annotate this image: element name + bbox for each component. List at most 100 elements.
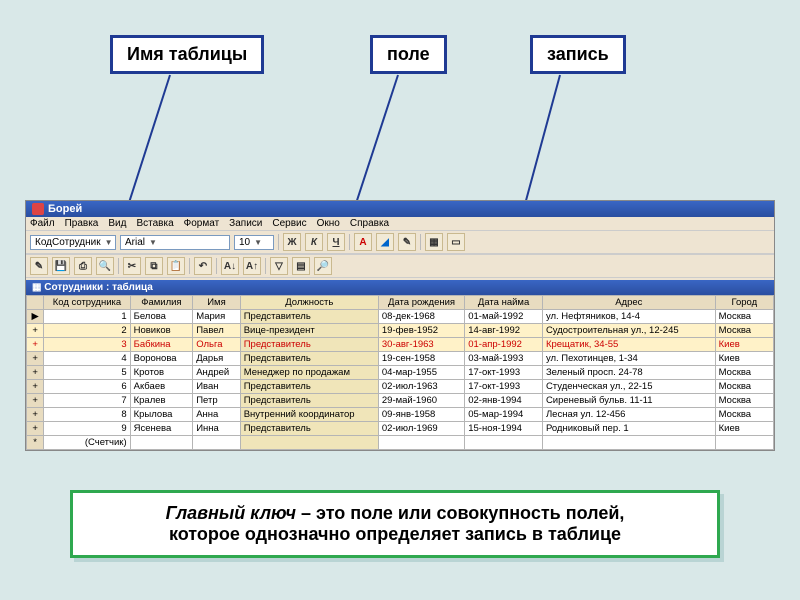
cell[interactable] — [130, 436, 193, 450]
cell[interactable]: Ясенева — [130, 422, 193, 436]
menu-file[interactable]: Файл — [30, 218, 55, 229]
col-name[interactable]: Имя — [193, 296, 240, 310]
menu-records[interactable]: Записи — [229, 218, 262, 229]
filter-form-button[interactable]: ▤ — [292, 257, 310, 275]
cell[interactable]: Представитель — [240, 422, 378, 436]
cell[interactable] — [193, 436, 240, 450]
cell[interactable]: 05-мар-1994 — [465, 408, 543, 422]
cell[interactable]: 6 — [44, 380, 130, 394]
cell[interactable]: + — [27, 380, 44, 394]
cell[interactable]: + — [27, 408, 44, 422]
col-id[interactable]: Код сотрудника — [44, 296, 130, 310]
cell[interactable]: 01-май-1992 — [465, 310, 543, 324]
table-row[interactable]: +5КротовАндрейМенеджер по продажам04-мар… — [27, 366, 774, 380]
cell[interactable]: 17-окт-1993 — [465, 366, 543, 380]
cell[interactable]: Представитель — [240, 352, 378, 366]
cell[interactable]: Москва — [715, 380, 773, 394]
menu-help[interactable]: Справка — [350, 218, 389, 229]
cell[interactable]: Крылова — [130, 408, 193, 422]
cell[interactable]: 15-ноя-1994 — [465, 422, 543, 436]
cell[interactable]: 3 — [44, 338, 130, 352]
cell[interactable]: 17-окт-1993 — [465, 380, 543, 394]
copy-button[interactable]: ⧉ — [145, 257, 163, 275]
filter-button[interactable]: ▽ — [270, 257, 288, 275]
font-color-button[interactable]: A — [354, 233, 372, 251]
cell[interactable]: + — [27, 338, 44, 352]
cell[interactable]: Воронова — [130, 352, 193, 366]
cell[interactable]: Москва — [715, 310, 773, 324]
col-position[interactable]: Должность — [240, 296, 378, 310]
cell[interactable]: 08-дек-1968 — [378, 310, 464, 324]
cell[interactable]: 1 — [44, 310, 130, 324]
fill-color-button[interactable]: ◢ — [376, 233, 394, 251]
find-button[interactable]: 🔎 — [314, 257, 332, 275]
menu-window[interactable]: Окно — [317, 218, 340, 229]
cell[interactable]: + — [27, 324, 44, 338]
cell[interactable]: Инна — [193, 422, 240, 436]
cell[interactable]: Андрей — [193, 366, 240, 380]
menu-insert[interactable]: Вставка — [136, 218, 173, 229]
cell[interactable]: 02-июл-1969 — [378, 422, 464, 436]
view-button[interactable]: ✎ — [30, 257, 48, 275]
cell[interactable]: Представитель — [240, 380, 378, 394]
cell[interactable]: Сиреневый бульв. 11-11 — [542, 394, 715, 408]
menu-format[interactable]: Формат — [184, 218, 220, 229]
field-combo[interactable]: КодСотрудник ▼ — [30, 235, 116, 250]
sort-asc-button[interactable]: A↓ — [221, 257, 239, 275]
table-row[interactable]: +3БабкинаОльгаПредставитель30-авг-196301… — [27, 338, 774, 352]
paste-button[interactable]: 📋 — [167, 257, 185, 275]
menu-service[interactable]: Сервис — [272, 218, 306, 229]
cell[interactable]: Родниковый пер. 1 — [542, 422, 715, 436]
table-row[interactable]: *(Счетчик) — [27, 436, 774, 450]
menu-view[interactable]: Вид — [108, 218, 126, 229]
cell[interactable]: 2 — [44, 324, 130, 338]
cell[interactable]: Москва — [715, 366, 773, 380]
cell[interactable]: * — [27, 436, 44, 450]
cell[interactable]: Представитель — [240, 310, 378, 324]
cell[interactable] — [715, 436, 773, 450]
cell[interactable]: 04-мар-1955 — [378, 366, 464, 380]
cell[interactable]: Представитель — [240, 338, 378, 352]
cell[interactable]: Москва — [715, 408, 773, 422]
cell[interactable]: + — [27, 352, 44, 366]
cell[interactable]: 8 — [44, 408, 130, 422]
cell[interactable] — [378, 436, 464, 450]
table-row[interactable]: +6АкбаевИванПредставитель02-июл-196317-о… — [27, 380, 774, 394]
cell[interactable]: 09-янв-1958 — [378, 408, 464, 422]
cell[interactable] — [240, 436, 378, 450]
cell[interactable]: 30-авг-1963 — [378, 338, 464, 352]
col-dob[interactable]: Дата рождения — [378, 296, 464, 310]
data-grid[interactable]: Код сотрудника Фамилия Имя Должность Дат… — [26, 295, 774, 450]
cell[interactable]: Москва — [715, 324, 773, 338]
col-surname[interactable]: Фамилия — [130, 296, 193, 310]
table-row[interactable]: +7КралевПетрПредставитель29-май-196002-я… — [27, 394, 774, 408]
col-hire[interactable]: Дата найма — [465, 296, 543, 310]
cell[interactable]: (Счетчик) — [44, 436, 130, 450]
col-address[interactable]: Адрес — [542, 296, 715, 310]
size-combo[interactable]: 10 ▼ — [234, 235, 274, 250]
cell[interactable]: ул. Нефтяников, 14-4 — [542, 310, 715, 324]
cell[interactable]: 01-апр-1992 — [465, 338, 543, 352]
cell[interactable]: Мария — [193, 310, 240, 324]
cell[interactable]: Киев — [715, 422, 773, 436]
cell[interactable]: + — [27, 366, 44, 380]
table-row[interactable]: +8КрыловаАннаВнутренний координатор09-ян… — [27, 408, 774, 422]
undo-button[interactable]: ↶ — [194, 257, 212, 275]
table-row[interactable]: +9ЯсеневаИннаПредставитель02-июл-196915-… — [27, 422, 774, 436]
cell[interactable]: 7 — [44, 394, 130, 408]
cell[interactable]: Киев — [715, 352, 773, 366]
cell[interactable]: Акбаев — [130, 380, 193, 394]
cell[interactable]: ▶ — [27, 310, 44, 324]
cell[interactable]: Судостроительная ул., 12-245 — [542, 324, 715, 338]
sort-desc-button[interactable]: A↑ — [243, 257, 261, 275]
table-row[interactable]: +2НовиковПавелВице-президент19-фев-19521… — [27, 324, 774, 338]
cell[interactable]: Иван — [193, 380, 240, 394]
cell[interactable]: 29-май-1960 — [378, 394, 464, 408]
cell[interactable]: Новиков — [130, 324, 193, 338]
table-row[interactable]: +4ВороноваДарьяПредставитель19-сен-19580… — [27, 352, 774, 366]
menu-edit[interactable]: Правка — [65, 218, 99, 229]
bold-button[interactable]: Ж — [283, 233, 301, 251]
cell[interactable]: Киев — [715, 338, 773, 352]
cell[interactable]: 5 — [44, 366, 130, 380]
cell[interactable]: Кралев — [130, 394, 193, 408]
